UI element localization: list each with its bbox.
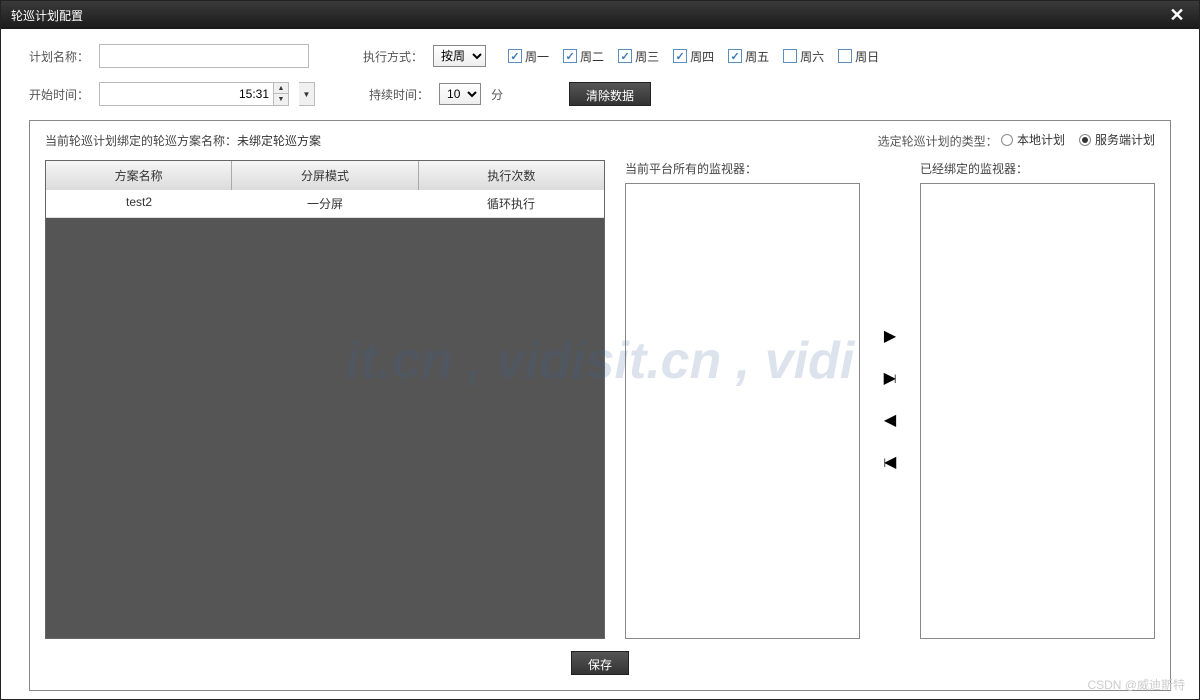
move-left-icon[interactable]: ◀	[880, 411, 900, 429]
panel-top-row: 当前轮巡计划绑定的轮巡方案名称：未绑定轮巡方案 选定轮巡计划的类型： 本地计划 服…	[45, 131, 1155, 150]
bound-monitors-label: 已经绑定的监视器：	[920, 160, 1155, 177]
spinner-down-icon[interactable]: ▼	[274, 94, 288, 105]
checkbox-icon[interactable]	[618, 49, 632, 63]
exec-mode-label: 执行方式：	[363, 48, 423, 65]
plan-name-input[interactable]	[99, 44, 309, 68]
transfer-buttons: ▶ ▶| ◀ |◀	[870, 160, 910, 640]
table-header-cell: 分屏模式	[232, 161, 418, 190]
plan-name-label: 计划名称：	[29, 48, 89, 65]
duration-select[interactable]: 10	[439, 83, 481, 105]
scheme-table: 方案名称分屏模式执行次数 test2一分屏循环执行	[45, 160, 605, 640]
close-icon[interactable]: ✕	[1165, 5, 1189, 26]
save-button[interactable]: 保存	[571, 651, 629, 675]
all-monitors-list[interactable]	[625, 183, 860, 640]
binding-info: 当前轮巡计划绑定的轮巡方案名称：未绑定轮巡方案	[45, 132, 321, 149]
duration-unit: 分	[491, 86, 503, 103]
exec-mode-select[interactable]: 按周	[433, 45, 486, 67]
time-spinner[interactable]: ▲ ▼	[273, 83, 288, 105]
titlebar: 轮巡计划配置 ✕	[1, 1, 1199, 29]
duration-label: 持续时间：	[369, 86, 429, 103]
plan-type-radio-1[interactable]: 服务端计划	[1079, 131, 1155, 148]
weekday-label: 周五	[745, 48, 769, 65]
table-header-cell: 执行次数	[419, 161, 604, 190]
weekday-2[interactable]: 周三	[618, 48, 659, 65]
move-all-right-icon[interactable]: ▶|	[880, 369, 900, 387]
save-row: 保存	[45, 639, 1155, 675]
checkbox-icon[interactable]	[783, 49, 797, 63]
weekday-0[interactable]: 周一	[508, 48, 549, 65]
dialog-title: 轮巡计划配置	[11, 7, 83, 24]
table-cell: test2	[46, 190, 232, 217]
table-cell: 一分屏	[232, 190, 418, 217]
split-area: 方案名称分屏模式执行次数 test2一分屏循环执行 当前平台所有的监视器： ▶ …	[45, 160, 1155, 640]
plan-type-group: 选定轮巡计划的类型： 本地计划 服务端计划	[878, 131, 1155, 150]
weekday-5[interactable]: 周六	[783, 48, 824, 65]
table-header: 方案名称分屏模式执行次数	[46, 161, 604, 190]
radio-icon[interactable]	[1079, 134, 1091, 146]
dialog-window: 轮巡计划配置 ✕ 计划名称： 执行方式： 按周 周一 周二 周三 周四 周五 周六 周日 开…	[0, 0, 1200, 700]
time-dropdown-icon[interactable]: ▼	[299, 82, 315, 106]
weekday-6[interactable]: 周日	[838, 48, 879, 65]
monitor-area: 当前平台所有的监视器： ▶ ▶| ◀ |◀ 已经绑定的监视器：	[625, 160, 1155, 640]
all-monitors-col: 当前平台所有的监视器：	[625, 160, 860, 640]
checkbox-icon[interactable]	[728, 49, 742, 63]
weekday-label: 周一	[525, 48, 549, 65]
plan-type-radio-0[interactable]: 本地计划	[1001, 131, 1065, 148]
weekday-4[interactable]: 周五	[728, 48, 769, 65]
form-row-2: 开始时间： ▲ ▼ ▼ 持续时间： 10 分 清除数据	[29, 82, 1171, 106]
plan-type-label: 选定轮巡计划的类型：	[878, 135, 998, 149]
table-body: test2一分屏循环执行	[46, 190, 604, 639]
weekday-label: 周日	[855, 48, 879, 65]
weekday-label: 周三	[635, 48, 659, 65]
clear-data-button[interactable]: 清除数据	[569, 82, 651, 106]
move-right-icon[interactable]: ▶	[880, 327, 900, 345]
checkbox-icon[interactable]	[673, 49, 687, 63]
weekday-label: 周四	[690, 48, 714, 65]
table-header-cell: 方案名称	[46, 161, 232, 190]
main-panel: 当前轮巡计划绑定的轮巡方案名称：未绑定轮巡方案 选定轮巡计划的类型： 本地计划 服…	[29, 120, 1171, 691]
weekday-label: 周六	[800, 48, 824, 65]
weekday-group: 周一 周二 周三 周四 周五 周六 周日	[508, 48, 879, 65]
start-time-input[interactable]	[100, 83, 273, 105]
start-time-label: 开始时间：	[29, 86, 89, 103]
all-monitors-label: 当前平台所有的监视器：	[625, 160, 860, 177]
table-row[interactable]: test2一分屏循环执行	[46, 190, 604, 218]
checkbox-icon[interactable]	[838, 49, 852, 63]
binding-prefix: 当前轮巡计划绑定的轮巡方案名称：	[45, 134, 237, 148]
checkbox-icon[interactable]	[563, 49, 577, 63]
radio-icon[interactable]	[1001, 134, 1013, 146]
weekday-1[interactable]: 周二	[563, 48, 604, 65]
binding-value: 未绑定轮巡方案	[237, 134, 321, 148]
top-form: 计划名称： 执行方式： 按周 周一 周二 周三 周四 周五 周六 周日 开始时间： ▲ ▼	[29, 44, 1171, 106]
csdn-attribution: CSDN @威迪斯特	[1087, 676, 1185, 693]
move-all-left-icon[interactable]: |◀	[880, 453, 900, 471]
weekday-label: 周二	[580, 48, 604, 65]
checkbox-icon[interactable]	[508, 49, 522, 63]
bound-monitors-list[interactable]	[920, 183, 1155, 640]
radio-label: 本地计划	[1017, 131, 1065, 148]
table-cell: 循环执行	[418, 190, 604, 217]
radio-label: 服务端计划	[1095, 131, 1155, 148]
weekday-3[interactable]: 周四	[673, 48, 714, 65]
dialog-body: 计划名称： 执行方式： 按周 周一 周二 周三 周四 周五 周六 周日 开始时间： ▲ ▼	[1, 29, 1199, 699]
start-time-field[interactable]: ▲ ▼	[99, 82, 289, 106]
bound-monitors-col: 已经绑定的监视器：	[920, 160, 1155, 640]
scheme-table-area: 方案名称分屏模式执行次数 test2一分屏循环执行	[45, 160, 605, 640]
form-row-1: 计划名称： 执行方式： 按周 周一 周二 周三 周四 周五 周六 周日	[29, 44, 1171, 68]
spinner-up-icon[interactable]: ▲	[274, 83, 288, 94]
